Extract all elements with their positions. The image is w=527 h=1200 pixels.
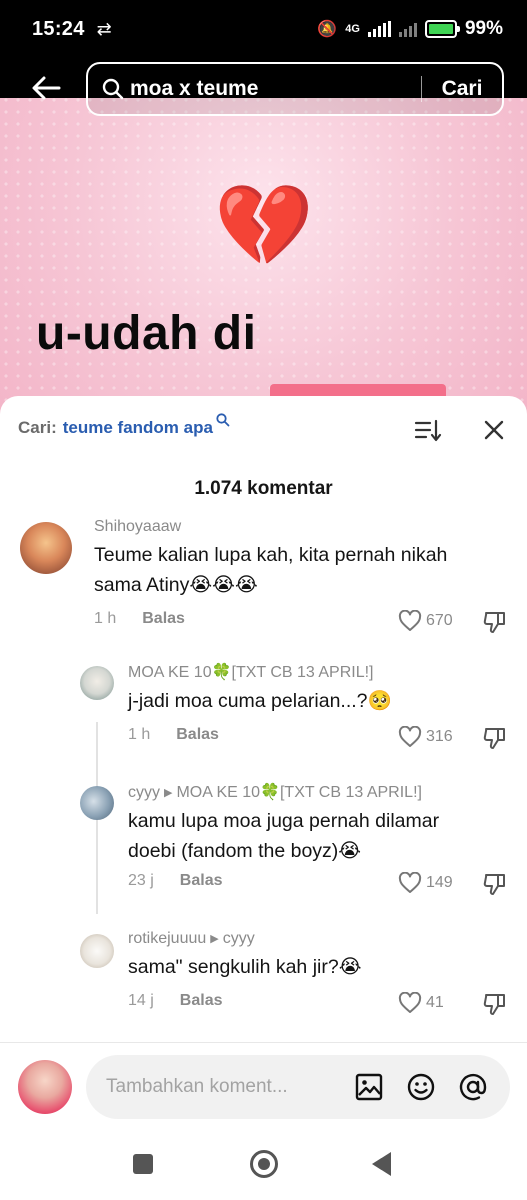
- broken-heart-emoji: 💔: [214, 179, 314, 272]
- heart-icon: [398, 872, 422, 893]
- like-count: 149: [426, 874, 453, 891]
- reply-author[interactable]: cyyy: [128, 784, 160, 801]
- signal-icon: [367, 21, 391, 37]
- search-icon: [102, 78, 124, 100]
- status-icons: 🔕 4G 99%: [317, 18, 503, 40]
- comment-username[interactable]: cyyy ▶ MOA KE 10🍀[TXT CB 13 APRIL!]: [128, 782, 422, 802]
- comment-input[interactable]: Tambahkan koment...: [86, 1055, 510, 1119]
- heart-icon: [398, 610, 422, 631]
- bottom-divider: [0, 1042, 527, 1043]
- comment-meta: 14 j Balas: [128, 992, 223, 1010]
- status-bar: 15:24 ⇄ 🔕 4G 99%: [0, 0, 527, 58]
- dislike-icon[interactable]: [482, 610, 508, 634]
- signal-2-icon: [398, 21, 417, 37]
- sort-icon[interactable]: [414, 418, 442, 444]
- search-submit-button[interactable]: Cari: [422, 77, 502, 101]
- reply-author[interactable]: rotikejuuuu: [128, 930, 206, 947]
- comment-text: j-jadi moa cuma pelarian...?🥺: [128, 690, 392, 712]
- comment-username[interactable]: rotikejuuuu ▶ cyyy: [128, 930, 255, 948]
- search-icon: [216, 413, 230, 427]
- comment-text: sama" sengkulih kah jir?😭: [128, 956, 362, 978]
- battery-percent: 99%: [464, 18, 503, 39]
- like-button[interactable]: 149: [398, 872, 453, 894]
- comment-time: 23 j: [128, 872, 154, 889]
- search-input[interactable]: moa x teume: [130, 77, 421, 101]
- search-header: moa x teume Cari: [0, 60, 527, 120]
- comment-username[interactable]: Shihoyaaaw: [94, 518, 181, 536]
- like-count: 316: [426, 728, 453, 745]
- emoji-icon[interactable]: [406, 1072, 436, 1102]
- system-nav-bar: [0, 1132, 527, 1200]
- heart-icon: [398, 726, 422, 747]
- related-search-label: Cari:: [18, 418, 57, 437]
- comment-text: Teume kalian lupa kah, kita pernah nikah…: [94, 544, 448, 596]
- avatar[interactable]: [80, 786, 114, 820]
- comment-time: 14 j: [128, 992, 154, 1009]
- avatar[interactable]: [20, 522, 72, 574]
- network-label: 4G: [345, 23, 360, 35]
- reply-target[interactable]: cyyy: [223, 930, 255, 947]
- reply-button[interactable]: Balas: [180, 992, 223, 1010]
- comment-meta: 1 h Balas: [94, 610, 185, 628]
- my-avatar[interactable]: [18, 1060, 72, 1114]
- related-search-term[interactable]: teume fandom apa: [63, 418, 213, 438]
- home-button[interactable]: [250, 1150, 278, 1178]
- search-box[interactable]: moa x teume Cari: [86, 62, 504, 116]
- like-count: 670: [426, 612, 453, 629]
- comment-meta: 23 j Balas: [128, 872, 223, 890]
- reply-arrow-icon: ▶: [210, 933, 219, 945]
- like-button[interactable]: 316: [398, 726, 453, 748]
- comment-text: kamu lupa moa juga pernah dilamar doebi …: [128, 810, 440, 862]
- close-icon[interactable]: [482, 418, 506, 442]
- comment-time: 1 h: [94, 610, 117, 627]
- reply-button[interactable]: Balas: [142, 610, 185, 628]
- video-caption: u-udah di: [36, 307, 257, 360]
- dislike-icon[interactable]: [482, 872, 508, 896]
- system-back-button[interactable]: [372, 1152, 391, 1176]
- back-arrow-icon: [32, 76, 61, 100]
- recent-apps-button[interactable]: [133, 1154, 153, 1174]
- reply-button[interactable]: Balas: [176, 726, 219, 744]
- battery-icon: [424, 20, 460, 38]
- mention-icon[interactable]: [458, 1072, 488, 1102]
- comment-meta: 1 h Balas: [128, 726, 219, 744]
- reply-target[interactable]: MOA KE 10🍀[TXT CB 13 APRIL!]: [176, 784, 422, 801]
- comment-count: 1.074 komentar: [194, 478, 333, 499]
- heart-icon: [398, 992, 422, 1013]
- reply-button[interactable]: Balas: [180, 872, 223, 890]
- like-button[interactable]: 670: [398, 610, 453, 632]
- dislike-icon[interactable]: [482, 992, 508, 1016]
- reply-arrow-icon: ▶: [164, 787, 173, 799]
- like-count: 41: [426, 994, 444, 1011]
- sync-icon: ⇄: [96, 18, 112, 39]
- avatar[interactable]: [80, 666, 114, 700]
- back-button[interactable]: [26, 70, 66, 106]
- comment-username[interactable]: MOA KE 10🍀[TXT CB 13 APRIL!]: [128, 662, 374, 682]
- like-button[interactable]: 41: [398, 992, 444, 1014]
- image-icon[interactable]: [354, 1072, 384, 1102]
- status-time: 15:24: [32, 17, 85, 40]
- dislike-icon[interactable]: [482, 726, 508, 750]
- comment-input-placeholder: Tambahkan koment...: [106, 1076, 288, 1097]
- avatar[interactable]: [80, 934, 114, 968]
- related-search[interactable]: Cari: teume fandom apa: [18, 413, 230, 438]
- comment-time: 1 h: [128, 726, 151, 743]
- mute-icon: 🔕: [317, 21, 338, 38]
